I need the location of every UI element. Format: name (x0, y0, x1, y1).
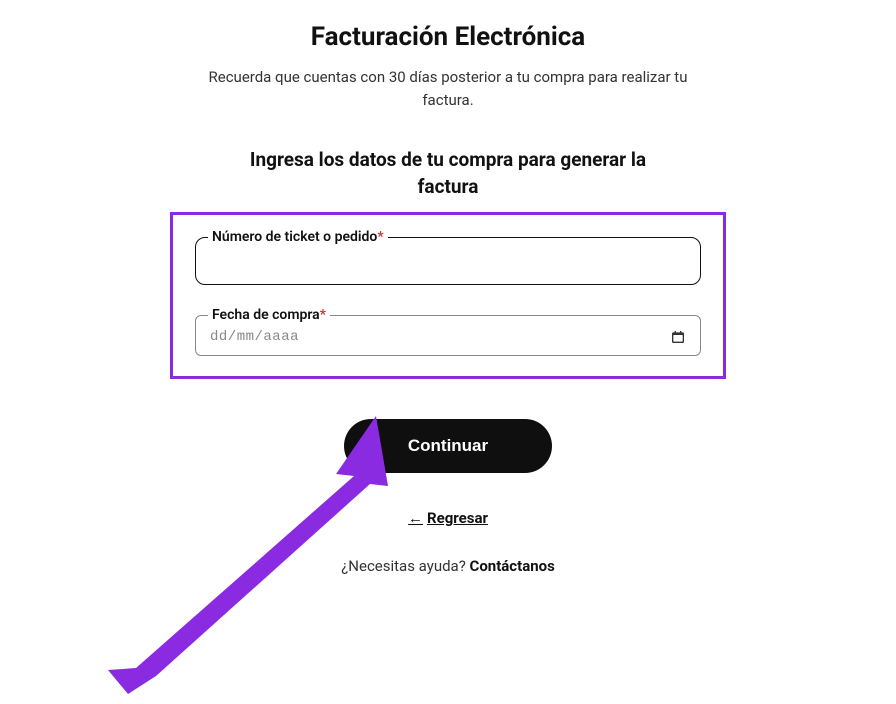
date-field: Fecha de compra* dd/mm/aaaa (195, 307, 701, 356)
contact-link[interactable]: Contáctanos (470, 557, 555, 575)
calendar-icon (670, 329, 686, 345)
annotation-highlight-box: Número de ticket o pedido* Fecha de comp… (170, 212, 726, 379)
continue-button[interactable]: Continuar (344, 419, 552, 473)
date-placeholder-text: dd/mm/aaaa (210, 329, 299, 345)
ticket-input[interactable] (196, 245, 700, 284)
date-input[interactable]: dd/mm/aaaa (196, 323, 700, 355)
arrow-left-icon: ← (408, 509, 423, 527)
page-title: Facturación Electrónica (311, 22, 585, 52)
required-mark: * (320, 307, 326, 323)
page-subtitle: Recuerda que cuentas con 30 días posteri… (208, 66, 688, 111)
form-heading: Ingresa los datos de tu compra para gene… (238, 147, 658, 200)
back-link[interactable]: ← Regresar (408, 509, 488, 527)
ticket-field: Número de ticket o pedido* (195, 229, 701, 285)
main-container: Facturación Electrónica Recuerda que cue… (0, 0, 896, 575)
date-label: Fecha de compra* (208, 307, 330, 323)
required-mark: * (377, 229, 383, 245)
ticket-label: Número de ticket o pedido* (208, 229, 388, 245)
help-text: ¿Necesitas ayuda? Contáctanos (341, 557, 555, 575)
